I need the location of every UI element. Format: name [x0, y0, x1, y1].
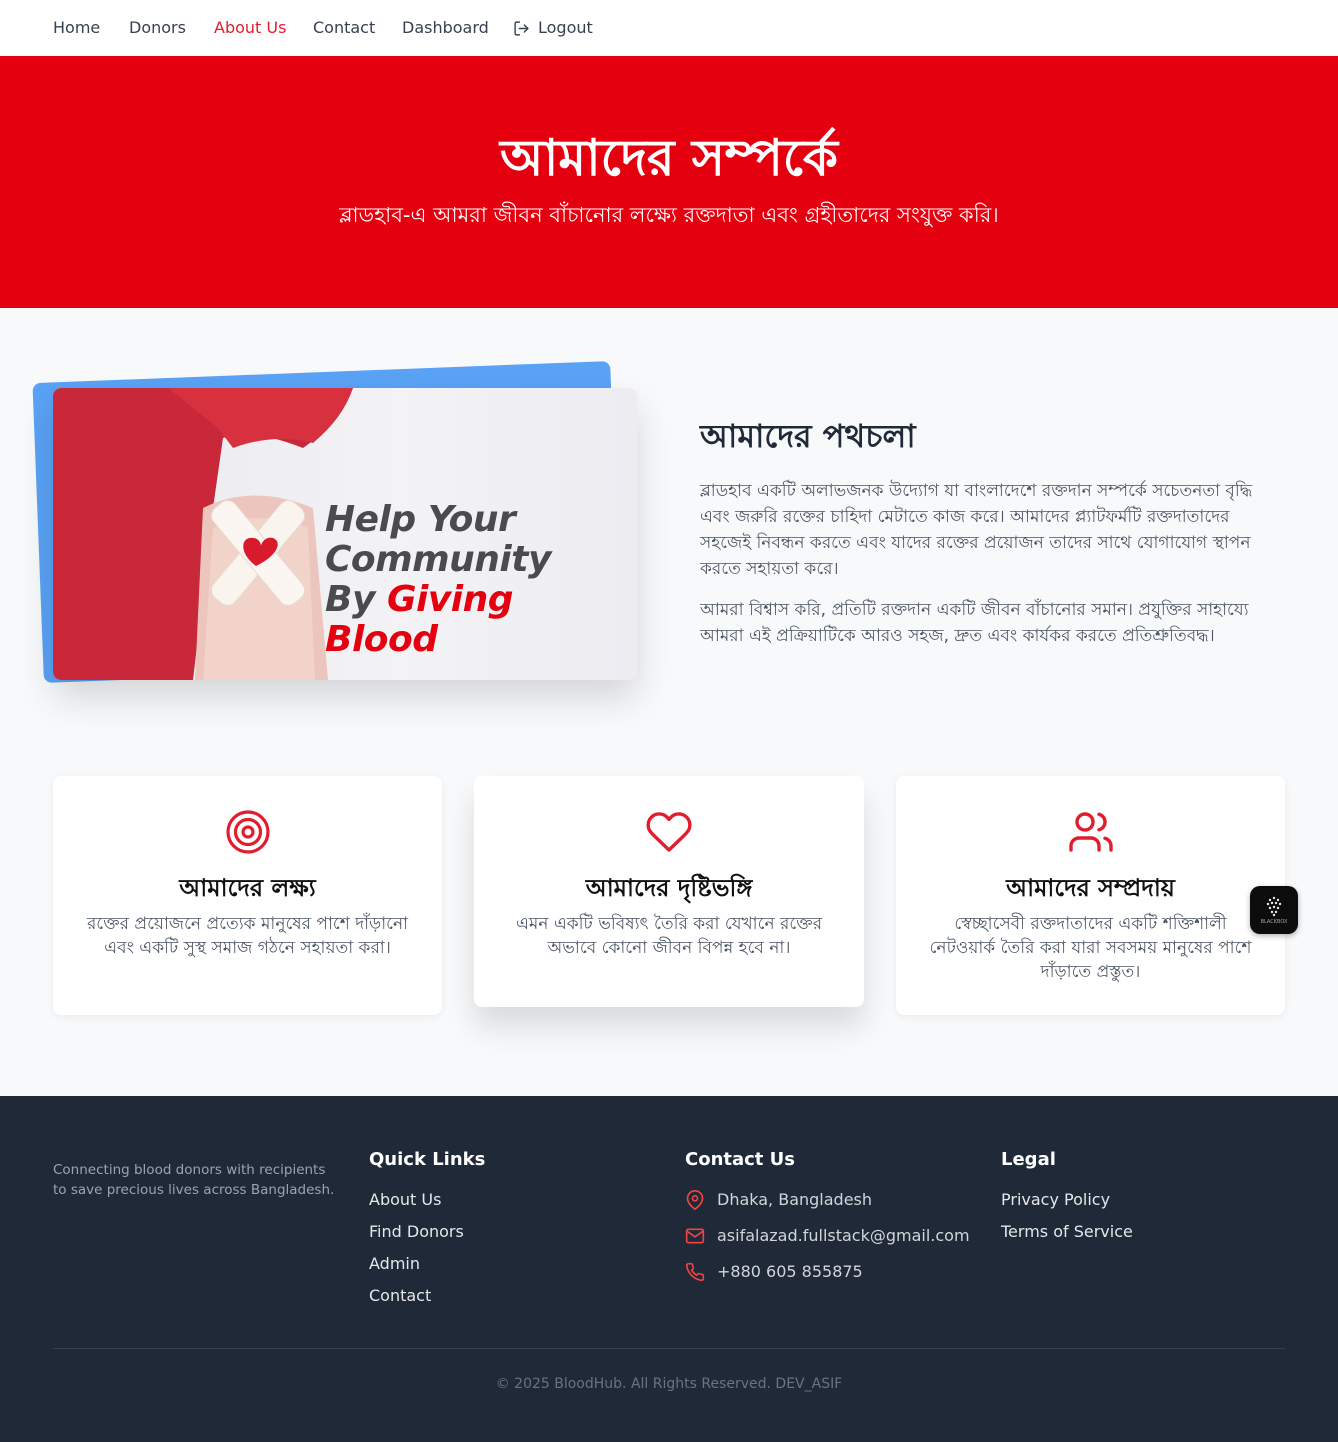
community-text: স্বেচ্ছাসেবী রক্তদাতাদের একটি শক্তিশালী …	[929, 914, 1252, 982]
blackbox-assistant-button[interactable]: BLACKBOX	[1250, 886, 1298, 934]
poster-slogan: Help Your Community By Giving Blood	[325, 500, 637, 660]
users-icon	[1067, 808, 1115, 856]
hero-title: আমাদের সম্পর্কে	[500, 128, 838, 187]
journey-title: আমাদের পথচলা	[700, 417, 916, 455]
mission-card: আমাদের লক্ষ্য রক্তের প্রয়োজনে প্রত্যেক …	[53, 776, 442, 1015]
poster-line-3: By Giving Blood	[325, 580, 637, 660]
footer-link-admin[interactable]: Admin	[369, 1254, 420, 1274]
hero-banner: আমাদের সম্পর্কে ব্লাডহাব-এ আমরা জীবন বাঁ…	[0, 56, 1338, 308]
footer-phone-text: +880 605 855875	[717, 1262, 863, 1281]
nav-logout-button[interactable]: Logout	[513, 18, 593, 38]
blackbox-logo-icon: BLACKBOX	[1261, 896, 1288, 925]
footer-link-find-donors[interactable]: Find Donors	[369, 1222, 464, 1242]
mission-text: রক্তের প্রয়োজনে প্রত্যেক মানুষের পাশে দ…	[86, 914, 409, 958]
vision-text: এমন একটি ভবিষ্যৎ তৈরি করা যেখানে রক্তের …	[515, 914, 823, 958]
footer-link-terms-of-service[interactable]: Terms of Service	[1001, 1222, 1133, 1242]
community-blood-image: Help Your Community By Giving Blood	[53, 388, 637, 680]
vision-title: আমাদের দৃষ্টিভঙ্গি	[585, 873, 753, 902]
phone-icon	[685, 1262, 705, 1282]
footer-copyright: © 2025 BloodHub. All Rights Reserved. DE…	[495, 1376, 843, 1392]
svg-text:BLACKBOX: BLACKBOX	[1261, 919, 1288, 925]
community-card: আমাদের সম্প্রদায় স্বেচ্ছাসেবী রক্তদাতাদ…	[896, 776, 1285, 1015]
nav-logout-label: Logout	[538, 18, 593, 37]
footer-about-text: Connecting blood donors with recipients …	[53, 1162, 335, 1198]
poster-line-2: Community	[325, 539, 551, 580]
site-footer: Connecting blood donors with recipients …	[0, 1096, 1338, 1442]
footer-link-contact[interactable]: Contact	[369, 1286, 431, 1306]
nav-home-link[interactable]: Home	[53, 18, 100, 38]
footer-address-text: Dhaka, Bangladesh	[717, 1190, 873, 1209]
mission-title: আমাদের লক্ষ্য	[179, 873, 316, 902]
journey-paragraph-2: আমরা বিশ্বাস করি, প্রতিটি রক্তদান একটি জ…	[700, 600, 1249, 646]
footer-email[interactable]: asifalazad.fullstack@gmail.com	[685, 1226, 970, 1246]
footer-divider	[53, 1348, 1285, 1349]
poster-line-1: Help Your	[325, 499, 516, 540]
community-title: আমাদের সম্প্রদায়	[1006, 873, 1175, 902]
map-pin-icon	[685, 1190, 705, 1210]
target-icon	[224, 808, 272, 856]
mail-icon	[685, 1226, 705, 1246]
footer-contact-title: Contact Us	[685, 1149, 796, 1170]
nav-about-us-link[interactable]: About Us	[214, 18, 286, 38]
nav-donors-link[interactable]: Donors	[129, 18, 186, 38]
heart-icon	[645, 808, 693, 856]
footer-address: Dhaka, Bangladesh	[685, 1190, 872, 1210]
footer-link-privacy-policy[interactable]: Privacy Policy	[1001, 1190, 1110, 1210]
nav-dashboard-link[interactable]: Dashboard	[402, 18, 489, 38]
footer-link-about-us[interactable]: About Us	[369, 1190, 441, 1210]
footer-quick-links-title: Quick Links	[369, 1149, 486, 1170]
vision-card: আমাদের দৃষ্টিভঙ্গি এমন একটি ভবিষ্যৎ তৈরি…	[474, 776, 864, 1007]
hero-subtitle: ব্লাডহাব-এ আমরা জীবন বাঁচানোর লক্ষ্যে রক…	[339, 203, 999, 227]
footer-email-text: asifalazad.fullstack@gmail.com	[717, 1226, 970, 1245]
journey-paragraph-1: ব্লাডহাব একটি অলাভজনক উদ্যোগ যা বাংলাদেশ…	[700, 481, 1253, 579]
logout-icon	[513, 20, 530, 37]
poster-line-3-prefix: By	[325, 579, 387, 620]
footer-legal-title: Legal	[1001, 1149, 1056, 1170]
footer-phone[interactable]: +880 605 855875	[685, 1262, 863, 1282]
top-navbar: Home Donors About Us Contact Dashboard L…	[0, 0, 1338, 56]
nav-contact-link[interactable]: Contact	[313, 18, 375, 38]
